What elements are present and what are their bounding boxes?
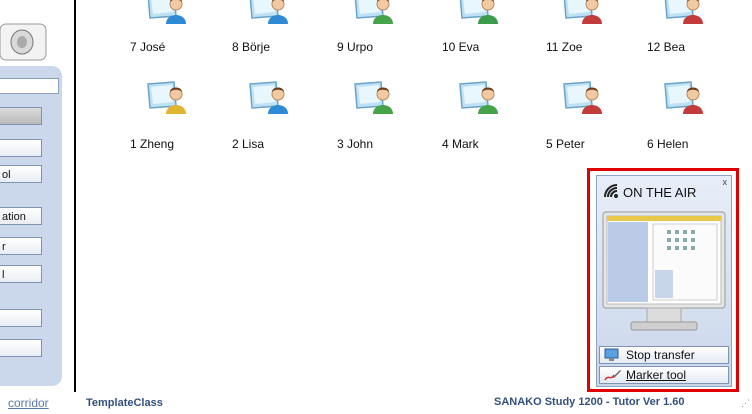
student-name: 12 Bea bbox=[647, 40, 686, 54]
student-computer[interactable]: 7 José bbox=[128, 0, 208, 60]
student-name: 8 Börje bbox=[232, 40, 271, 54]
sidebar-button[interactable]: ol bbox=[0, 165, 42, 183]
close-icon[interactable]: x bbox=[723, 177, 728, 187]
sidebar-button[interactable]: l bbox=[0, 265, 42, 283]
resize-grip-icon[interactable]: ⋰ bbox=[741, 398, 750, 409]
student-name: 3 John bbox=[337, 137, 374, 151]
student-name: 5 Peter bbox=[546, 137, 585, 151]
student-pc-icon bbox=[249, 81, 288, 114]
on-air-title: ON THE AIR bbox=[623, 185, 697, 200]
student-pc-icon bbox=[563, 81, 602, 114]
student-pc-icon bbox=[664, 81, 703, 114]
student-name: 6 Helen bbox=[647, 137, 689, 151]
student-computer[interactable]: 4 Mark bbox=[440, 80, 520, 151]
monitor-icon bbox=[604, 348, 619, 361]
student-name: 9 Urpo bbox=[337, 40, 374, 54]
student-name: 2 Lisa bbox=[232, 137, 265, 151]
speaker-icon[interactable] bbox=[0, 22, 50, 64]
sidebar-button[interactable]: r bbox=[0, 237, 42, 255]
sidebar-button[interactable]: ation bbox=[0, 207, 42, 225]
student-pc-icon bbox=[459, 0, 498, 24]
sidebar-button[interactable] bbox=[0, 139, 42, 157]
student-computer[interactable]: 2 Lisa bbox=[230, 80, 310, 151]
student-pc-icon bbox=[354, 81, 393, 114]
marker-pen-icon bbox=[604, 370, 621, 381]
on-air-header: ON THE AIR x bbox=[597, 176, 731, 206]
sidebar-input[interactable] bbox=[0, 78, 59, 94]
student-computer[interactable]: 5 Peter bbox=[544, 80, 624, 151]
class-name: TemplateClass bbox=[86, 397, 163, 409]
student-computer[interactable]: 1 Zheng bbox=[128, 80, 208, 151]
student-computer[interactable]: 6 Helen bbox=[645, 80, 725, 151]
student-name: 10 Eva bbox=[442, 40, 480, 54]
student-computer[interactable]: 9 Urpo bbox=[335, 0, 415, 60]
on-air-highlight: ON THE AIR x Stop transfer Marker tool bbox=[587, 168, 739, 392]
student-computer[interactable]: 12 Bea bbox=[645, 0, 725, 60]
student-computer[interactable]: 11 Zoe bbox=[544, 0, 624, 60]
student-name: 4 Mark bbox=[442, 137, 479, 151]
marker-tool-button[interactable]: Marker tool bbox=[599, 366, 729, 384]
broadcast-icon bbox=[604, 184, 618, 198]
screen-preview-monitor-icon bbox=[602, 211, 726, 331]
student-computer[interactable]: 8 Börje bbox=[230, 0, 310, 60]
student-computer[interactable]: 3 John bbox=[335, 80, 415, 151]
student-pc-icon bbox=[354, 0, 393, 24]
student-name: 1 Zheng bbox=[130, 137, 175, 151]
student-pc-icon bbox=[147, 0, 186, 24]
student-pc-icon bbox=[249, 0, 288, 24]
version-label: SANAKO Study 1200 - Tutor Ver 1.60 bbox=[494, 396, 685, 408]
student-name: 11 Zoe bbox=[546, 40, 583, 54]
student-name: 7 José bbox=[130, 40, 166, 54]
on-air-panel: ON THE AIR x Stop transfer Marker tool bbox=[596, 175, 732, 387]
pane-divider bbox=[74, 0, 76, 392]
sidebar-button[interactable] bbox=[0, 107, 42, 125]
stop-transfer-button[interactable]: Stop transfer bbox=[599, 346, 729, 364]
tutor-sidebar: ol ation r l bbox=[0, 0, 74, 392]
sidebar-button[interactable] bbox=[0, 309, 42, 327]
marker-tool-label: Marker tool bbox=[626, 368, 687, 382]
stop-transfer-label: Stop transfer bbox=[626, 348, 695, 362]
corridor-link[interactable]: corridor bbox=[8, 396, 49, 410]
student-pc-icon bbox=[459, 81, 498, 114]
status-bar: corridor TemplateClass SANAKO Study 1200… bbox=[0, 392, 752, 414]
student-pc-icon bbox=[147, 81, 186, 114]
sidebar-button[interactable] bbox=[0, 339, 42, 357]
student-pc-icon bbox=[563, 0, 602, 24]
student-pc-icon bbox=[664, 0, 703, 24]
student-computer[interactable]: 10 Eva bbox=[440, 0, 520, 60]
